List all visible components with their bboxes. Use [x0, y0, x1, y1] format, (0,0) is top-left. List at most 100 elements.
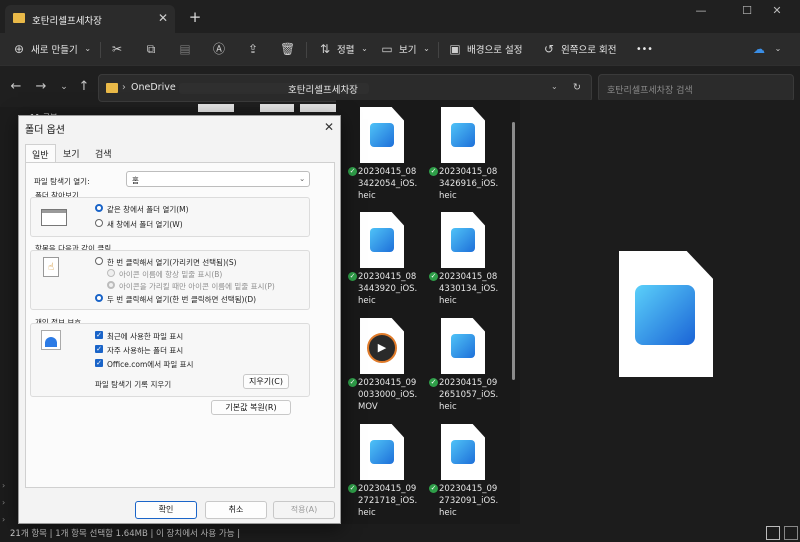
sort-label: 정렬 [337, 45, 355, 56]
sync-ok-icon: ✓ [429, 167, 438, 176]
tiles-view-icon[interactable] [784, 526, 798, 540]
rotate-left-label: 왼쪽으로 회전 [561, 45, 617, 56]
title-bar: 호탄리셀프세차장 ✕ + — ☐ ✕ [0, 0, 800, 33]
rename-icon: Ⓐ [212, 42, 225, 56]
new-tab-button[interactable]: + [186, 8, 204, 26]
scrollbar[interactable] [512, 122, 515, 380]
single-click-radio[interactable] [95, 257, 103, 265]
new-button[interactable]: ⊕ 새로 만들기 ⌄ [12, 37, 95, 61]
paste-button[interactable]: ▤ [178, 37, 197, 61]
copy-button[interactable]: ⧉ [144, 37, 163, 61]
double-click-radio[interactable] [95, 294, 103, 302]
divider [306, 42, 307, 58]
breadcrumb-current[interactable]: 호탄리셀프세차장 [288, 82, 358, 96]
status-text: 21개 항목 | 1개 항목 선택함 1.64MB | 이 장치에서 사용 가능… [10, 529, 241, 539]
file-item[interactable]: ✓ 20230415_083443920_iOS.heic [348, 210, 417, 310]
open-explorer-select[interactable]: 홈 ⌄ [126, 171, 310, 187]
up-arrow-icon[interactable]: ↑ [76, 79, 92, 95]
office-files-checkbox[interactable]: ✓ [95, 359, 103, 367]
nav-expand-chevrons[interactable]: › › › [2, 477, 5, 528]
underline-hover-radio[interactable] [107, 281, 115, 289]
close-tab-icon[interactable]: ✕ [155, 10, 171, 26]
file-item[interactable]: ✓ 20230415_084330134_iOS.heic [429, 210, 498, 310]
file-item[interactable]: ✓ 20230415_083422054_iOS.heic [348, 105, 417, 205]
sort-button[interactable]: ⇅ 정렬 ⌄ [318, 37, 371, 61]
details-view-icon[interactable] [766, 526, 780, 540]
sort-icon: ⇅ [319, 42, 331, 56]
share-button[interactable]: ⇪ [246, 37, 265, 61]
ok-button[interactable]: 확인 [135, 501, 197, 519]
browse-same-label: 같은 창에서 폴더 열기(M) [107, 205, 189, 214]
tab-general[interactable]: 일반 [25, 144, 56, 163]
delete-button[interactable]: 🗑 [280, 37, 299, 61]
file-name: 20230415_092721718_iOS.heic [358, 484, 418, 518]
minimize-button[interactable]: — [678, 0, 724, 22]
clipboard-icon: ▤ [179, 42, 191, 56]
tab-view[interactable]: 보기 [57, 144, 86, 162]
browse-new-radio[interactable] [95, 219, 103, 227]
file-item[interactable]: ▶ ✓ 20230415_090033000_iOS.MOV [348, 316, 417, 416]
new-label: 새로 만들기 [31, 45, 78, 56]
restore-defaults-button[interactable]: 기본값 복원(R) [211, 400, 291, 415]
browse-group: 같은 창에서 폴더 열기(M) 새 창에서 폴더 열기(W) [30, 197, 310, 237]
browse-same-radio[interactable] [95, 204, 103, 212]
search-box[interactable]: 호탄리셀프세차장 검색 [598, 74, 794, 102]
tab-title: 호탄리셀프세차장 [32, 16, 102, 27]
image-file-icon [451, 440, 475, 464]
file-thumbnail-partial [260, 104, 294, 112]
file-item[interactable]: ✓ 20230415_083426916_iOS.heic [429, 105, 498, 205]
file-item[interactable]: ✓ 20230415_092732091_iOS.heic [429, 422, 498, 522]
chevron-down-icon: ⌄ [84, 44, 92, 53]
forward-arrow-icon[interactable]: → [33, 79, 49, 95]
status-bar: 21개 항목 | 1개 항목 선택함 1.64MB | 이 장치에서 사용 가능… [0, 524, 800, 542]
address-bar[interactable]: › OneDrive 호탄리셀프세차장 ⌄ ↻ [98, 74, 592, 102]
file-name: 20230415_092651057_iOS.heic [439, 378, 499, 412]
file-item[interactable]: ✓ 20230415_092651057_iOS.heic [429, 316, 498, 416]
folder-icon [106, 83, 118, 93]
single-click-label: 한 번 클릭해서 열기(가리키면 선택됨)(S) [107, 258, 237, 267]
chevron-down-icon: ⌄ [361, 44, 368, 53]
address-dropdown-icon[interactable]: ⌄ [551, 82, 558, 91]
close-window-button[interactable]: ✕ [754, 0, 800, 22]
view-button[interactable]: ▭ 보기 ⌄ [380, 37, 433, 61]
cancel-button[interactable]: 취소 [205, 501, 267, 519]
chevron-down-icon: ⌄ [423, 44, 430, 53]
more-button[interactable]: ••• [636, 37, 653, 61]
file-item[interactable]: ✓ 20230415_092721718_iOS.heic [348, 422, 417, 522]
view-icon: ▭ [381, 42, 393, 56]
onedrive-button[interactable]: ☁ ⌄ [752, 37, 785, 61]
tab-search[interactable]: 검색 [89, 144, 118, 162]
image-icon: ▣ [449, 42, 461, 56]
underline-always-radio[interactable] [107, 269, 115, 277]
sync-ok-icon: ✓ [348, 484, 357, 493]
file-thumbnail-partial [198, 104, 234, 112]
folder-icon [13, 13, 25, 23]
privacy-icon [41, 330, 61, 350]
frequent-folders-checkbox[interactable]: ✓ [95, 345, 103, 353]
file-name: 20230415_083422054_iOS.heic [358, 167, 418, 201]
double-click-label: 두 번 클릭해서 열기(한 번 클릭하면 선택됨)(D) [107, 295, 257, 304]
recent-chevron-icon[interactable]: ⌄ [56, 79, 72, 95]
refresh-icon[interactable]: ↻ [573, 82, 581, 93]
sync-ok-icon: ✓ [348, 167, 357, 176]
apply-button[interactable]: 적용(A) [273, 501, 335, 519]
file-name: 20230415_084330134_iOS.heic [439, 272, 499, 306]
tab-active[interactable]: 호탄리셀프세차장 ✕ [5, 5, 175, 33]
recent-files-checkbox[interactable]: ✓ [95, 331, 103, 339]
set-background-button[interactable]: ▣ 배경으로 설정 [448, 37, 522, 61]
chevron-down-icon: ⌄ [299, 174, 306, 183]
privacy-group: ✓ 최근에 사용한 파일 표시 ✓ 자주 사용하는 폴더 표시 ✓ Office… [30, 323, 310, 397]
cut-button[interactable]: ✂ [110, 37, 129, 61]
file-name: 20230415_090033000_iOS.MOV [358, 378, 418, 412]
sync-ok-icon: ✓ [429, 378, 438, 387]
clear-button[interactable]: 지우기(C) [243, 374, 289, 389]
view-label: 보기 [399, 45, 417, 56]
rotate-left-button[interactable]: ↺ 왼쪽으로 회전 [542, 37, 617, 61]
back-arrow-icon[interactable]: ← [8, 79, 24, 95]
breadcrumb-onedrive[interactable]: OneDrive [131, 82, 176, 93]
image-file-icon [451, 334, 475, 358]
file-thumbnail-partial [300, 104, 336, 112]
scissors-icon: ✂ [111, 42, 123, 56]
close-icon[interactable]: ✕ [321, 119, 337, 135]
rename-button[interactable]: Ⓐ [212, 37, 231, 61]
